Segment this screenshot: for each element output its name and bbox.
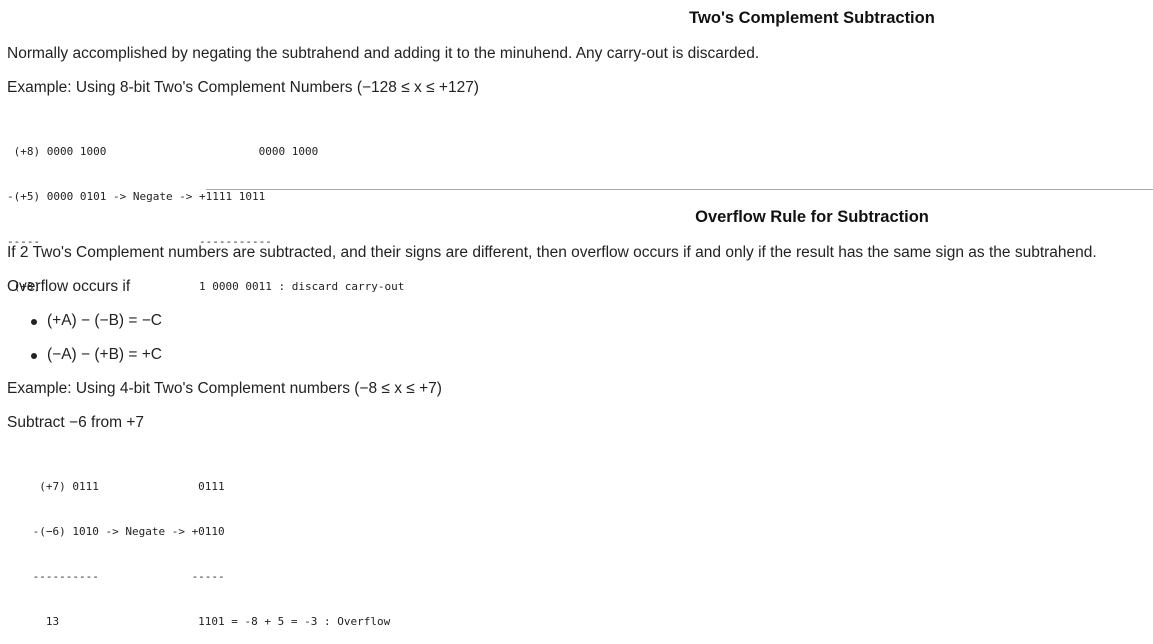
code-line: (+7) 0111 0111 xyxy=(26,480,225,493)
code-line: (+8) 0000 1000 0000 1000 xyxy=(7,145,319,158)
example-8bit-label: Example: Using 8-bit Two's Complement Nu… xyxy=(7,79,479,96)
overflow-occurs-label: Overflow occurs if xyxy=(7,278,131,295)
example-4bit-label: Example: Using 4-bit Two's Complement nu… xyxy=(7,380,442,397)
section-divider xyxy=(206,189,1153,190)
code-line: -(−6) 1010 -> Negate -> +0110 xyxy=(26,525,225,538)
overflow-rule-text: If 2 Two's Complement numbers are subtra… xyxy=(7,244,1097,261)
code-line: ---------- ----- xyxy=(26,570,225,583)
subtraction-intro-text: Normally accomplished by negating the su… xyxy=(7,45,760,62)
bullet-dot xyxy=(31,353,37,359)
subtract-label: Subtract −6 from +7 xyxy=(7,414,144,431)
code-line: -(+5) 0000 0101 -> Negate -> +1111 1011 xyxy=(7,190,266,203)
section-heading-twos-complement-subtraction: Two's Complement Subtraction xyxy=(689,9,935,27)
code-line: 13 1101 = -8 + 5 = -3 : Overflow xyxy=(26,615,391,628)
overflow-condition-2: (−A) − (+B) = +C xyxy=(47,346,163,363)
section-heading-overflow-rule: Overflow Rule for Subtraction xyxy=(695,208,929,226)
code-block-4bit-example: (+7) 0111 0111 -(−6) 1010 -> Negate -> +… xyxy=(26,449,391,644)
bullet-dot xyxy=(31,319,37,325)
overflow-condition-1: (+A) − (−B) = −C xyxy=(47,312,163,329)
